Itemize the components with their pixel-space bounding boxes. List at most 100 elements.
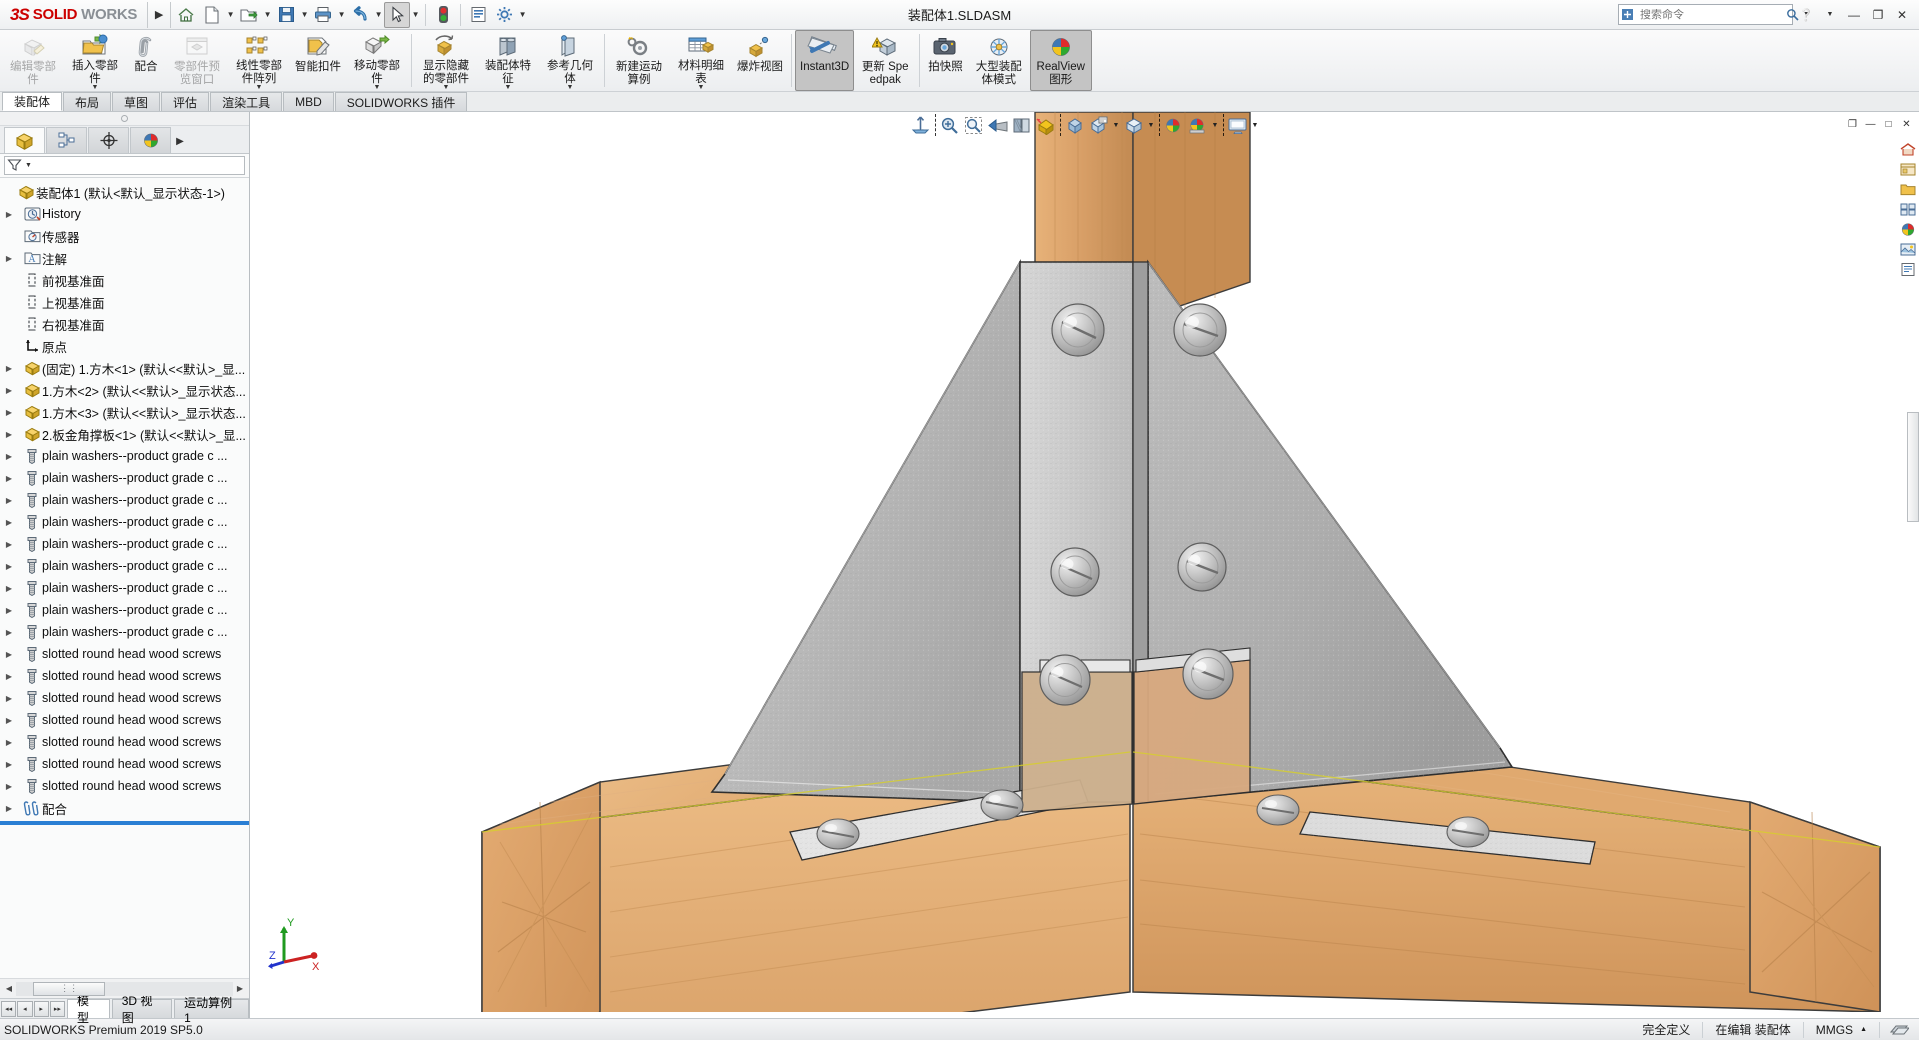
ribbon-smart-fastener[interactable]: 智能扣件	[290, 30, 346, 91]
ribbon-instant3d[interactable]: Instant3D	[795, 30, 855, 91]
close-button[interactable]: ✕	[1891, 4, 1913, 26]
tree-item[interactable]: ▶ plain washers--product grade c ...	[0, 533, 249, 555]
scene-caret-icon[interactable]: ▼	[1210, 114, 1221, 137]
tab-render-tools[interactable]: 渲染工具	[210, 92, 283, 111]
property-manager-tab[interactable]	[46, 127, 87, 153]
tab-evaluate[interactable]: 评估	[161, 92, 210, 111]
options-caret-icon[interactable]: ▼	[517, 2, 528, 28]
tree-item[interactable]: ▶ A 注解	[0, 247, 249, 269]
expand-arrow-icon[interactable]: ▶	[2, 782, 16, 791]
bottom-tab-model[interactable]: 模型	[67, 994, 110, 1025]
print-icon[interactable]	[310, 2, 336, 28]
scrollbar-thumb[interactable]: ⋮⋮	[33, 981, 105, 996]
prev-tab-button[interactable]: ◂	[17, 1000, 33, 1017]
tree-item[interactable]: ▶ slotted round head wood screws	[0, 775, 249, 797]
file-properties-icon[interactable]	[465, 2, 491, 28]
expand-arrow-icon[interactable]: ▶	[2, 650, 16, 659]
ribbon-move-component[interactable]: 移动零部件 ▼	[346, 30, 408, 91]
view-palette-home-icon[interactable]	[1898, 140, 1918, 159]
chevron-down-icon[interactable]: ▼	[698, 84, 705, 91]
select-cursor-caret-icon[interactable]: ▼	[410, 2, 421, 28]
feature-tree[interactable]: 装配体1 (默认<默认_显示状态-1>) ▶ History 传感器 ▶ A 注解 前视基准面…	[0, 178, 249, 978]
zoom-to-fit-icon[interactable]	[909, 114, 933, 137]
tree-horizontal-scrollbar[interactable]: ◀ ⋮⋮ ▶	[0, 978, 249, 998]
options-gear-icon[interactable]	[491, 2, 517, 28]
tree-item[interactable]: ▶ slotted round head wood screws	[0, 753, 249, 775]
tree-item[interactable]: ▶ slotted round head wood screws	[0, 709, 249, 731]
expand-arrow-icon[interactable]: ▶	[2, 430, 16, 439]
ribbon-large-assembly-mode[interactable]: 大型装配体模式	[968, 30, 1030, 91]
graphics-area[interactable]: ▼ ▼ ▼ ▼ ❐ — □ ✕ Y Z X	[250, 112, 1919, 1018]
ribbon-insert-component[interactable]: 插入零部件 ▼	[64, 30, 126, 91]
tree-item[interactable]: ▶ plain washers--product grade c ...	[0, 599, 249, 621]
select-cursor-icon[interactable]	[384, 1, 411, 28]
edit-appearance-icon[interactable]	[1122, 114, 1146, 137]
search-input[interactable]	[1640, 8, 1782, 21]
hide-show-caret-icon[interactable]: ▼	[1111, 114, 1122, 137]
expand-arrow-icon[interactable]: ▶	[2, 804, 16, 813]
bottom-tab-motion-study[interactable]: 运动算例 1	[174, 996, 249, 1025]
expand-arrow-icon[interactable]: ▶	[2, 210, 16, 219]
tree-item[interactable]: ▶ slotted round head wood screws	[0, 731, 249, 753]
tab-solidworks-addins[interactable]: SOLIDWORKS 插件	[334, 92, 468, 111]
chevron-down-icon[interactable]: ▼	[443, 84, 450, 91]
tree-item[interactable]: 右视基准面	[0, 313, 249, 335]
ribbon-linear-component-pattern[interactable]: 线性零部件阵列 ▼	[228, 30, 290, 91]
chevron-down-icon[interactable]: ▼	[92, 84, 99, 91]
status-units[interactable]: MMGS ▲	[1802, 1021, 1879, 1038]
help-icon[interactable]: ❔	[1795, 4, 1817, 26]
file-explorer-icon[interactable]	[1898, 180, 1918, 199]
scroll-left-icon[interactable]: ◀	[2, 984, 16, 993]
tree-item[interactable]: ▶ 2.板金角撑板<1> (默认<<默认>_显...	[0, 423, 249, 445]
bottom-tab-3d-views[interactable]: 3D 视图	[111, 994, 173, 1025]
filter-caret-icon[interactable]: ▼	[25, 162, 32, 169]
expand-arrow-icon[interactable]: ▶	[2, 408, 16, 417]
filter-input-box[interactable]: ▼	[4, 156, 245, 175]
new-document-icon[interactable]	[199, 2, 225, 28]
next-tab-button[interactable]: ▸	[33, 1000, 49, 1017]
tree-item[interactable]: ▶ 1.方木<2> (默认<<默认>_显示状态...	[0, 379, 249, 401]
tree-item[interactable]: ▶ plain washers--product grade c ...	[0, 445, 249, 467]
view-settings-caret-icon[interactable]: ▼	[1250, 114, 1261, 137]
ribbon-show-hidden-components[interactable]: 显示隐藏的零部件 ▼	[415, 30, 477, 91]
undo-caret-icon[interactable]: ▼	[373, 2, 384, 28]
hide-show-items-icon[interactable]	[1087, 114, 1111, 137]
undo-icon[interactable]	[347, 2, 373, 28]
tab-mbd[interactable]: MBD	[283, 92, 334, 111]
tree-item[interactable]: 传感器	[0, 225, 249, 247]
configuration-manager-tab[interactable]	[88, 127, 129, 153]
open-folder-icon[interactable]	[236, 2, 262, 28]
print-caret-icon[interactable]: ▼	[336, 2, 347, 28]
view-settings-icon[interactable]	[1226, 114, 1250, 137]
ribbon-realview-graphics[interactable]: RealView 图形	[1029, 30, 1092, 91]
expand-arrow-icon[interactable]: ▶	[2, 694, 16, 703]
expand-arrow-icon[interactable]: ▶	[2, 738, 16, 747]
expand-arrow-icon[interactable]: ▶	[2, 672, 16, 681]
minimize-button[interactable]: —	[1843, 4, 1865, 26]
zoom-window-icon[interactable]	[962, 114, 986, 137]
expand-arrow-icon[interactable]: ▶	[2, 540, 16, 549]
display-manager-tab[interactable]	[130, 127, 171, 153]
rebuild-icon[interactable]	[430, 2, 456, 28]
tree-item[interactable]: ▶ slotted round head wood screws	[0, 665, 249, 687]
ribbon-new-motion-study[interactable]: 新建运动算例	[608, 30, 670, 91]
tree-item[interactable]: ▶ slotted round head wood screws	[0, 643, 249, 665]
close-window-icon[interactable]: ✕	[1898, 115, 1915, 133]
chevron-down-icon[interactable]: ▼	[256, 84, 263, 91]
panel-splitter-handle[interactable]	[0, 112, 249, 126]
ribbon-exploded-view[interactable]: 爆炸视图	[732, 30, 788, 91]
open-folder-caret-icon[interactable]: ▼	[262, 2, 273, 28]
tree-item[interactable]: ▶ plain washers--product grade c ...	[0, 489, 249, 511]
previous-view-icon[interactable]	[986, 114, 1010, 137]
scrollbar-track[interactable]: ⋮⋮	[16, 981, 233, 996]
save-icon[interactable]	[273, 2, 299, 28]
tree-item[interactable]: 原点	[0, 335, 249, 357]
tree-item[interactable]: ▶ 配合	[0, 797, 249, 819]
minimize-window-icon[interactable]: —	[1862, 115, 1879, 133]
tree-item[interactable]: ▶ slotted round head wood screws	[0, 687, 249, 709]
tree-item[interactable]: ▶ plain washers--product grade c ...	[0, 511, 249, 533]
save-caret-icon[interactable]: ▼	[299, 2, 310, 28]
view-palette-icon[interactable]	[1898, 200, 1918, 219]
scene-lighting-icon[interactable]	[1186, 114, 1210, 137]
expand-arrow-icon[interactable]: ▶	[2, 364, 16, 373]
